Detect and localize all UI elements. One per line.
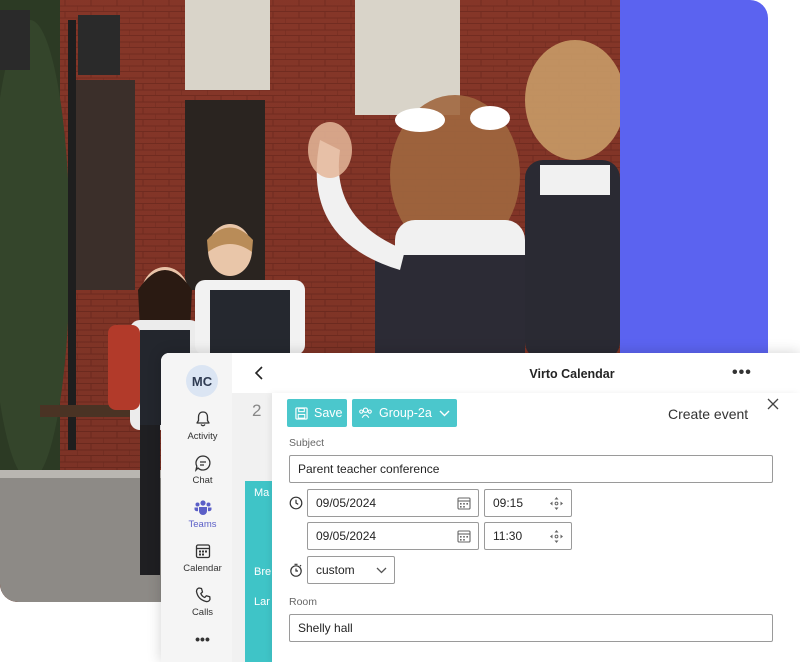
clock-icon	[289, 496, 303, 510]
time-spinner-icon[interactable]	[549, 529, 564, 544]
room-label: Room	[289, 596, 318, 608]
title-bar: Virto Calendar •••	[232, 353, 800, 393]
more-options-button[interactable]: •••	[732, 364, 752, 382]
calendar-day-number: 2	[252, 401, 262, 420]
teams-app-rail: MC Activity Chat Teams Calendar Calls ••…	[161, 353, 232, 662]
save-label: Save	[314, 406, 343, 420]
back-arrow-icon[interactable]	[252, 365, 268, 381]
calendar-icon[interactable]	[457, 529, 471, 543]
end-time-value: 11:30	[493, 529, 523, 543]
recurrence-select[interactable]: custom	[307, 556, 395, 584]
close-icon[interactable]	[766, 397, 780, 411]
start-time-field[interactable]: 09:15	[484, 489, 572, 517]
time-spinner-icon[interactable]	[549, 496, 564, 511]
group-label: Group-2a	[379, 406, 432, 420]
avatar[interactable]: MC	[186, 365, 218, 397]
create-event-dialog: Save Group-2a Create event Subject Paren…	[272, 393, 800, 662]
calendar-icon	[195, 544, 210, 559]
start-date-field[interactable]: 09/05/2024	[307, 489, 479, 517]
stopwatch-icon	[290, 563, 302, 577]
end-date-field[interactable]: 09/05/2024	[307, 522, 479, 550]
app-title: Virto Calendar	[529, 367, 615, 381]
bell-icon	[195, 411, 210, 427]
start-time-value: 09:15	[493, 496, 524, 510]
end-date-value: 09/05/2024	[316, 529, 377, 543]
start-date-value: 09/05/2024	[316, 496, 377, 510]
save-button[interactable]: Save	[287, 399, 347, 427]
recurrence-value: custom	[316, 563, 355, 577]
save-icon	[295, 406, 308, 420]
chevron-down-icon	[439, 410, 450, 416]
room-input[interactable]: Shelly hall	[289, 614, 773, 642]
group-dropdown-button[interactable]: Group-2a	[352, 399, 457, 427]
teams-window: MC Activity Chat Teams Calendar Calls ••…	[161, 353, 800, 662]
phone-icon	[195, 587, 211, 603]
subject-input[interactable]: Parent teacher conference	[289, 455, 773, 483]
end-time-field[interactable]: 11:30	[484, 522, 572, 550]
teams-icon	[194, 500, 211, 515]
subject-label: Subject	[289, 437, 325, 449]
group-icon	[359, 407, 372, 418]
chat-icon	[194, 455, 211, 473]
stage: MC Activity Chat Teams Calendar Calls ••…	[0, 0, 800, 662]
calendar-icon[interactable]	[457, 496, 471, 510]
dialog-title: Create event	[668, 406, 749, 422]
brand-color-panel	[600, 0, 768, 355]
chevron-down-icon	[376, 567, 387, 574]
